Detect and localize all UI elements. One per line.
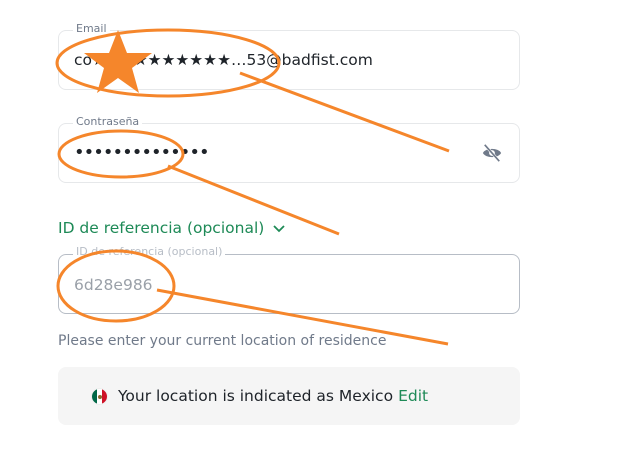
referral-toggle[interactable]: ID de referencia (opcional) [58, 219, 286, 237]
location-hint: Please enter your current location of re… [58, 333, 387, 349]
email-label: Email [73, 22, 110, 35]
email-input[interactable]: co★★★★★★★★★★…53@badfist.com [74, 51, 373, 69]
location-text: Your location is indicated as Mexico [118, 387, 394, 405]
edit-location-link[interactable]: Edit [398, 387, 428, 405]
referral-toggle-label: ID de referencia (opcional) [58, 219, 265, 237]
chevron-down-icon [273, 225, 285, 233]
eye-slash-icon[interactable] [481, 143, 503, 163]
location-box: Your location is indicated as Mexico Edi… [58, 367, 520, 425]
email-field[interactable]: Email co★★★★★★★★★★…53@badfist.com [58, 22, 520, 90]
password-field[interactable]: Contraseña •••••••••••••• [58, 115, 520, 183]
referral-field[interactable]: ID de referencia (opcional) 6d28e986 [58, 245, 520, 314]
password-input[interactable]: •••••••••••••• [74, 142, 210, 163]
referral-input[interactable]: 6d28e986 [74, 276, 153, 294]
password-label: Contraseña [73, 115, 143, 128]
mexico-flag-icon [91, 387, 108, 405]
referral-label: ID de referencia (opcional) [73, 245, 226, 258]
